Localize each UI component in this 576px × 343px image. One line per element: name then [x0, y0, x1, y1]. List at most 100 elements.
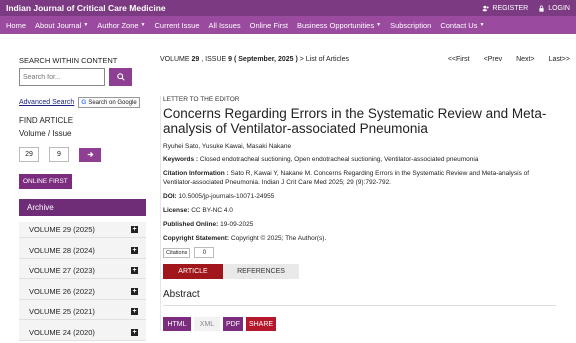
nav-all-issues[interactable]: All Issues — [209, 21, 241, 30]
list-of-articles-link[interactable]: > List of Articles — [300, 56, 349, 63]
published-line: Published Online: 19-09-2025 — [163, 220, 556, 229]
tab-references[interactable]: REFERENCES — [223, 264, 299, 279]
next-link[interactable]: Next> — [516, 56, 534, 63]
doi-line: DOI: 10.5005/jp-journals-10071-24955 — [163, 192, 556, 201]
volume-issue-row: 29 9 — [19, 147, 146, 162]
citations-count: 0 — [194, 247, 215, 258]
first-link[interactable]: <<First — [448, 56, 470, 63]
tab-article[interactable]: ARTICLE — [163, 264, 223, 279]
citation-label: Citation Information : — [163, 170, 229, 177]
keywords-line: Keywords : Closed endotracheal suctionin… — [163, 155, 556, 164]
nav-about-journal[interactable]: About Journal ▼ — [35, 21, 88, 30]
nav-business[interactable]: Business Opportunities ▼ — [297, 21, 381, 30]
citations-badge[interactable]: Citations — [163, 247, 191, 258]
volume-field[interactable]: 29 — [19, 147, 39, 162]
top-bar: Indian Journal of Critical Care Medicine… — [0, 0, 576, 16]
caret-down-icon: ▼ — [140, 22, 146, 28]
pdf-button[interactable]: PDF — [223, 317, 243, 331]
register-link[interactable]: REGISTER — [482, 5, 528, 12]
google-search-button[interactable]: G Search on Google — [78, 97, 140, 108]
nav-online-first[interactable]: Online First — [250, 21, 288, 30]
nav-about-label: About Journal — [35, 20, 82, 30]
go-button[interactable] — [79, 147, 101, 162]
archive-volume-label: VOLUME 29 (2025) — [29, 225, 95, 234]
login-label: LOGIN — [548, 4, 570, 12]
google-search-label: Search on Google — [88, 99, 137, 106]
nav-home-label: Home — [6, 20, 27, 30]
archive-volume-label: VOLUME 28 (2024) — [29, 245, 95, 255]
caret-down-icon: ▼ — [376, 22, 382, 28]
sidebar: SEARCH WITHIN CONTENT Advanced Search G … — [19, 56, 146, 341]
lock-icon — [539, 5, 544, 12]
online-first-button[interactable]: ONLINE FIRST — [19, 174, 72, 189]
archive-volume-29[interactable]: VOLUME 29 (2025) + — [19, 222, 146, 238]
search-button[interactable] — [109, 68, 132, 86]
expand-plus-icon[interactable]: + — [131, 246, 138, 254]
register-label: REGISTER — [492, 4, 529, 12]
published-label: Published Online: — [163, 221, 219, 228]
expand-plus-icon[interactable]: + — [131, 226, 138, 233]
license-value[interactable]: CC BY-NC 4.0 — [191, 207, 233, 214]
article-title: Concerns Regarding Errors in the Systema… — [163, 106, 547, 136]
breadcrumb-volume: 29 — [191, 56, 200, 63]
main-nav: Home About Journal ▼ Author Zone ▼ Current… — [0, 16, 576, 34]
nav-online-label: Online First — [249, 20, 288, 30]
last-link[interactable]: Last>> — [549, 56, 570, 63]
citation-line: Citation Information : Sato R, Kawai Y, … — [163, 169, 556, 187]
article-authors: Ryuhei Sato, Yusuke Kawai, Masaki Nakane — [163, 143, 292, 150]
nav-business-label: Business Opportunities — [296, 20, 375, 30]
advanced-search-link[interactable]: Advanced Search — [19, 99, 74, 106]
nav-current-issue[interactable]: Current Issue — [155, 21, 200, 30]
nav-author-label: Author Zone — [97, 20, 139, 30]
nav-subscription[interactable]: Subscription — [390, 21, 431, 30]
breadcrumb: VOLUME 29 , ISSUE 9 ( September, 2025 ) … — [160, 56, 349, 63]
abstract-heading: Abstract — [163, 289, 200, 300]
html-button[interactable]: HTML — [163, 317, 191, 331]
archive-volume-label: VOLUME 24 (2020) — [29, 327, 95, 337]
expand-plus-icon[interactable]: + — [131, 287, 138, 295]
login-link[interactable]: LOGIN — [538, 5, 570, 12]
search-title: SEARCH WITHIN CONTENT — [19, 56, 118, 65]
archive-volume-28[interactable]: VOLUME 28 (2024) + — [19, 243, 146, 259]
copyright-line: Copyright Statement: Copyright © 2025; T… — [163, 234, 556, 243]
share-button[interactable]: SHARE — [246, 317, 276, 331]
journal-brand[interactable]: Indian Journal of Critical Care Medicine — [6, 3, 166, 13]
expand-plus-icon[interactable]: + — [131, 267, 138, 274]
breadcrumb-date: ( September, 2025 ) — [233, 56, 298, 63]
archive-volume-label: VOLUME 27 (2023) — [29, 266, 95, 275]
article-tabs: ARTICLE REFERENCES — [163, 264, 556, 279]
advanced-search-row: Advanced Search G Search on Google — [19, 97, 146, 108]
abstract-divider — [163, 305, 556, 306]
issue-breadcrumb-row: VOLUME 29 , ISSUE 9 ( September, 2025 ) … — [160, 56, 570, 63]
nav-home[interactable]: Home — [6, 21, 26, 30]
nav-contact-label: Contact Us — [440, 20, 478, 30]
archive-volume-25[interactable]: VOLUME 25 (2021) + — [19, 304, 146, 320]
search-input[interactable] — [19, 68, 105, 86]
prev-link[interactable]: <Prev — [484, 56, 502, 63]
nav-contact[interactable]: Contact Us ▼ — [440, 21, 484, 30]
volume-issue-label: Volume / Issue — [19, 129, 72, 138]
expand-plus-icon[interactable]: + — [131, 328, 138, 336]
main-content: VOLUME 29 , ISSUE 9 ( September, 2025 ) … — [160, 56, 570, 331]
archive-volume-label: VOLUME 25 (2021) — [29, 307, 95, 316]
xml-button[interactable]: XML — [194, 317, 220, 331]
archive-volume-24[interactable]: VOLUME 24 (2020) + — [19, 325, 146, 341]
nav-author-zone[interactable]: Author Zone ▼ — [97, 21, 145, 30]
breadcrumb-issue: 9 — [228, 56, 233, 63]
arrow-right-icon — [87, 151, 93, 158]
article-card: LETTER TO THE EDITOR Concerns Regarding … — [160, 96, 556, 331]
archive-header: Archive — [19, 199, 146, 216]
archive-volume-label: VOLUME 26 (2022) — [29, 286, 95, 296]
doi-value[interactable]: 10.5005/jp-journals-10071-24955 — [179, 193, 275, 200]
copyright-value: Copyright © 2025; The Author(s). — [230, 235, 327, 242]
article-category: LETTER TO THE EDITOR — [163, 96, 240, 103]
license-label: License: — [163, 207, 190, 214]
expand-plus-icon[interactable]: + — [131, 308, 138, 315]
issue-field[interactable]: 9 — [49, 147, 69, 162]
archive-volume-26[interactable]: VOLUME 26 (2022) + — [19, 284, 146, 300]
caret-down-icon: ▼ — [479, 22, 485, 28]
nav-current-label: Current Issue — [154, 20, 200, 30]
search-icon — [116, 73, 125, 81]
format-buttons: HTML XML PDF SHARE — [163, 317, 556, 331]
archive-volume-27[interactable]: VOLUME 27 (2023) + — [19, 263, 146, 279]
